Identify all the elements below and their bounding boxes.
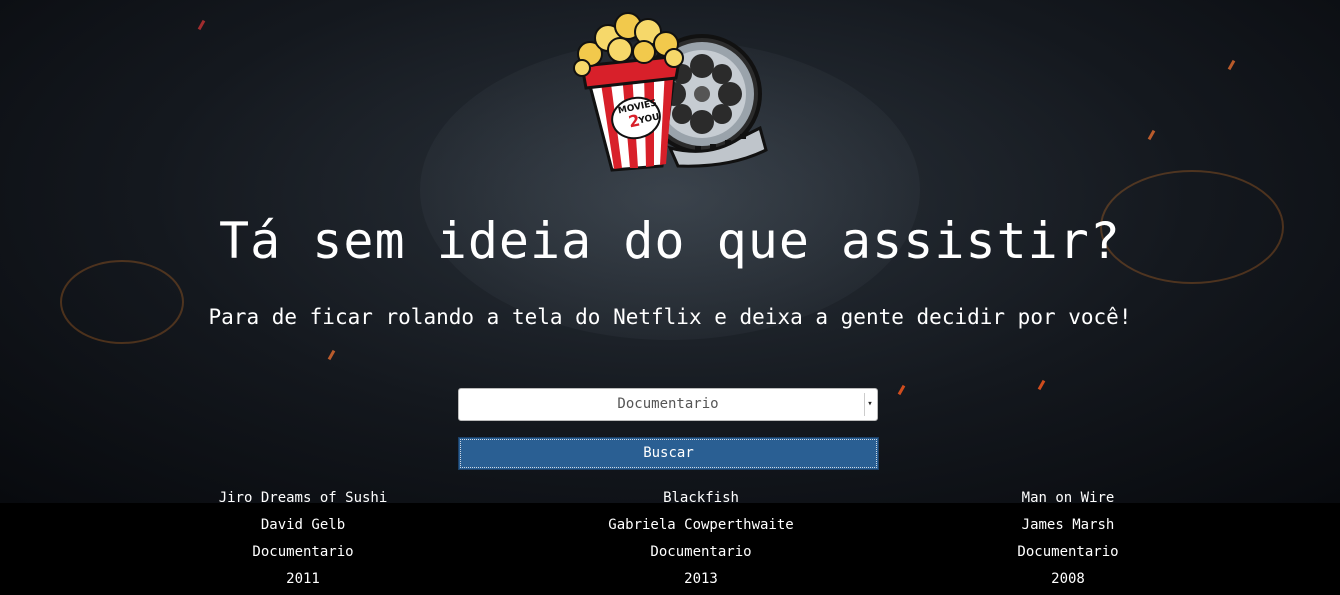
background-spark xyxy=(1147,129,1156,141)
hero-section: MOVIES 2 YOU Tá sem ideia do que assisti… xyxy=(0,0,1340,503)
chevron-down-icon[interactable]: ▾ xyxy=(864,393,875,416)
results-section: Jiro Dreams of Sushi David Gelb Document… xyxy=(0,490,1340,595)
background-spark xyxy=(1227,59,1236,71)
result-card: Man on Wire James Marsh Documentario 200… xyxy=(988,485,1148,593)
background-spark xyxy=(197,19,206,31)
movies2you-logo: MOVIES 2 YOU xyxy=(573,12,768,172)
movie-director: David Gelb xyxy=(260,517,346,533)
movie-year: 2013 xyxy=(684,571,718,587)
movie-title: Blackfish xyxy=(663,490,739,506)
search-button[interactable]: Buscar xyxy=(458,437,879,470)
movie-title: Man on Wire xyxy=(1021,490,1115,506)
result-card: Blackfish Gabriela Cowperthwaite Documen… xyxy=(591,485,811,593)
movie-director: Gabriela Cowperthwaite xyxy=(608,517,794,533)
page-headline: Tá sem ideia do que assistir? xyxy=(219,212,1121,270)
movie-year: 2008 xyxy=(1051,571,1085,587)
movie-genre: Documentario xyxy=(650,544,752,560)
popcorn-icon: MOVIES 2 YOU xyxy=(573,12,684,172)
genre-select-value: Documentario xyxy=(617,396,719,412)
movie-year: 2011 xyxy=(286,571,320,587)
movie-director: James Marsh xyxy=(1021,517,1115,533)
background-spark xyxy=(1037,379,1046,391)
movie-genre: Documentario xyxy=(252,544,354,560)
page: MOVIES 2 YOU Tá sem ideia do que assisti… xyxy=(0,0,1340,595)
movie-genre: Documentario xyxy=(1017,544,1119,560)
movie-title: Jiro Dreams of Sushi xyxy=(218,490,388,506)
background-ring xyxy=(60,260,184,344)
background-spark xyxy=(327,349,336,361)
page-subheadline: Para de ficar rolando a tela do Netflix … xyxy=(208,305,1132,329)
result-card: Jiro Dreams of Sushi David Gelb Document… xyxy=(203,485,403,593)
background-spark xyxy=(897,384,906,396)
genre-select[interactable]: Documentario ▾ xyxy=(458,388,878,421)
